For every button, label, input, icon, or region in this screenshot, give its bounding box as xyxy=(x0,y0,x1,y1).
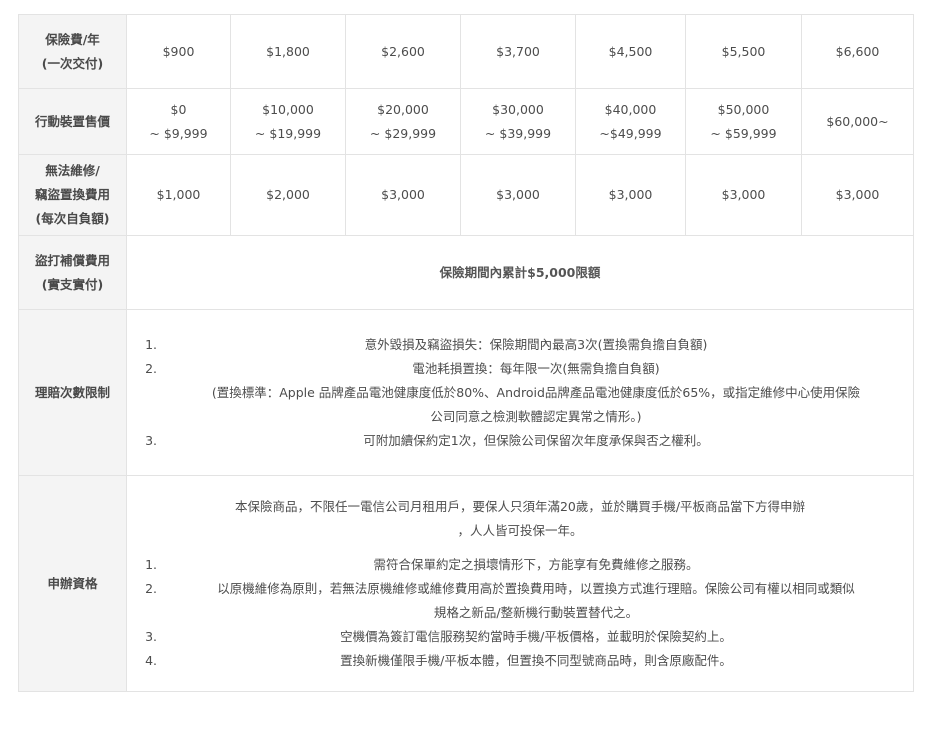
deductible-header: 無法維修/ 竊盜置換費用 (每次自負額) xyxy=(18,154,127,236)
device-price-cell: $50,000 ~ $59,999 xyxy=(685,88,802,155)
premium-row: 保險費/年 (一次交付) $900 $1,800 $2,600 $3,700 $… xyxy=(18,14,914,89)
eligibility-content: 本保險商品，不限任一電信公司月租用戶，要保人只須年滿20歲，並於購買手機/平板商… xyxy=(126,475,914,692)
deductible-row: 無法維修/ 竊盜置換費用 (每次自負額) $1,000 $2,000 $3,00… xyxy=(18,154,914,236)
premium-cell: $5,500 xyxy=(685,14,802,89)
premium-cell: $6,600 xyxy=(801,14,914,89)
device-price-header: 行動裝置售價 xyxy=(18,88,127,155)
claim-limit-content: 意外毀損及竊盜損失：保險期間內最高3次(置換需負擔自負額) 電池耗損置換：每年限… xyxy=(126,309,914,476)
list-item: 空機價為簽訂電信服務契約當時手機/平板價格，並載明於保險契約上。 xyxy=(161,625,909,649)
list-item: 置換新機僅限手機/平板本體，但置換不同型號商品時，則含原廠配件。 xyxy=(161,649,909,673)
device-price-cell: $40,000 ~$49,999 xyxy=(575,88,686,155)
deductible-cell: $3,000 xyxy=(345,154,461,236)
premium-cell: $3,700 xyxy=(460,14,576,89)
list-item: 以原機維修為原則，若無法原機維修或維修費用高於置換費用時，以置換方式進行理賠。保… xyxy=(161,577,909,625)
theft-call-header: 盜打補償費用 (實支實付) xyxy=(18,235,127,310)
list-item: 可附加續保約定1次，但保險公司保留次年度承保與否之權利。 xyxy=(161,429,909,453)
insurance-table: 保險費/年 (一次交付) $900 $1,800 $2,600 $3,700 $… xyxy=(18,14,914,692)
battery-standard-note: (置換標準：Apple 品牌產品電池健康度低於80%、Android品牌產品電池… xyxy=(211,384,861,424)
claim-limit-row: 理賠次數限制 意外毀損及竊盜損失：保險期間內最高3次(置換需負擔自負額) 電池耗… xyxy=(18,309,914,476)
premium-cell: $2,600 xyxy=(345,14,461,89)
deductible-cell: $3,000 xyxy=(460,154,576,236)
eligibility-row: 申辦資格 本保險商品，不限任一電信公司月租用戶，要保人只須年滿20歲，並於購買手… xyxy=(18,475,914,692)
premium-cell: $1,800 xyxy=(230,14,346,89)
eligibility-header: 申辦資格 xyxy=(18,475,127,692)
claim-limit-list: 意外毀損及竊盜損失：保險期間內最高3次(置換需負擔自負額) 電池耗損置換：每年限… xyxy=(131,333,909,453)
list-item: 意外毀損及竊盜損失：保險期間內最高3次(置換需負擔自負額) xyxy=(161,333,909,357)
claim-limit-header: 理賠次數限制 xyxy=(18,309,127,476)
device-price-row: 行動裝置售價 $0 ~ $9,999 $10,000 ~ $19,999 $20… xyxy=(18,88,914,155)
device-price-cell: $20,000 ~ $29,999 xyxy=(345,88,461,155)
deductible-cell: $3,000 xyxy=(575,154,686,236)
deductible-cell: $3,000 xyxy=(685,154,802,236)
device-price-cell: $10,000 ~ $19,999 xyxy=(230,88,346,155)
device-price-cell: $0 ~ $9,999 xyxy=(126,88,231,155)
list-item: 需符合保單約定之損壞情形下，方能享有免費維修之服務。 xyxy=(161,553,909,577)
premium-cell: $900 xyxy=(126,14,231,89)
device-price-cell: $30,000 ~ $39,999 xyxy=(460,88,576,155)
premium-header: 保險費/年 (一次交付) xyxy=(18,14,127,89)
eligibility-intro: 本保險商品，不限任一電信公司月租用戶，要保人只須年滿20歲，並於購買手機/平板商… xyxy=(234,498,806,538)
theft-call-row: 盜打補償費用 (實支實付) 保險期間內累計$5,000限額 xyxy=(18,235,914,310)
theft-call-value: 保險期間內累計$5,000限額 xyxy=(126,235,914,310)
list-item: 電池耗損置換：每年限一次(無需負擔自負額)(置換標準：Apple 品牌產品電池健… xyxy=(161,357,909,429)
device-price-cell: $60,000~ xyxy=(801,88,914,155)
eligibility-list: 需符合保單約定之損壞情形下，方能享有免費維修之服務。 以原機維修為原則，若無法原… xyxy=(131,553,909,673)
deductible-cell: $3,000 xyxy=(801,154,914,236)
premium-cell: $4,500 xyxy=(575,14,686,89)
deductible-cell: $2,000 xyxy=(230,154,346,236)
deductible-cell: $1,000 xyxy=(126,154,231,236)
